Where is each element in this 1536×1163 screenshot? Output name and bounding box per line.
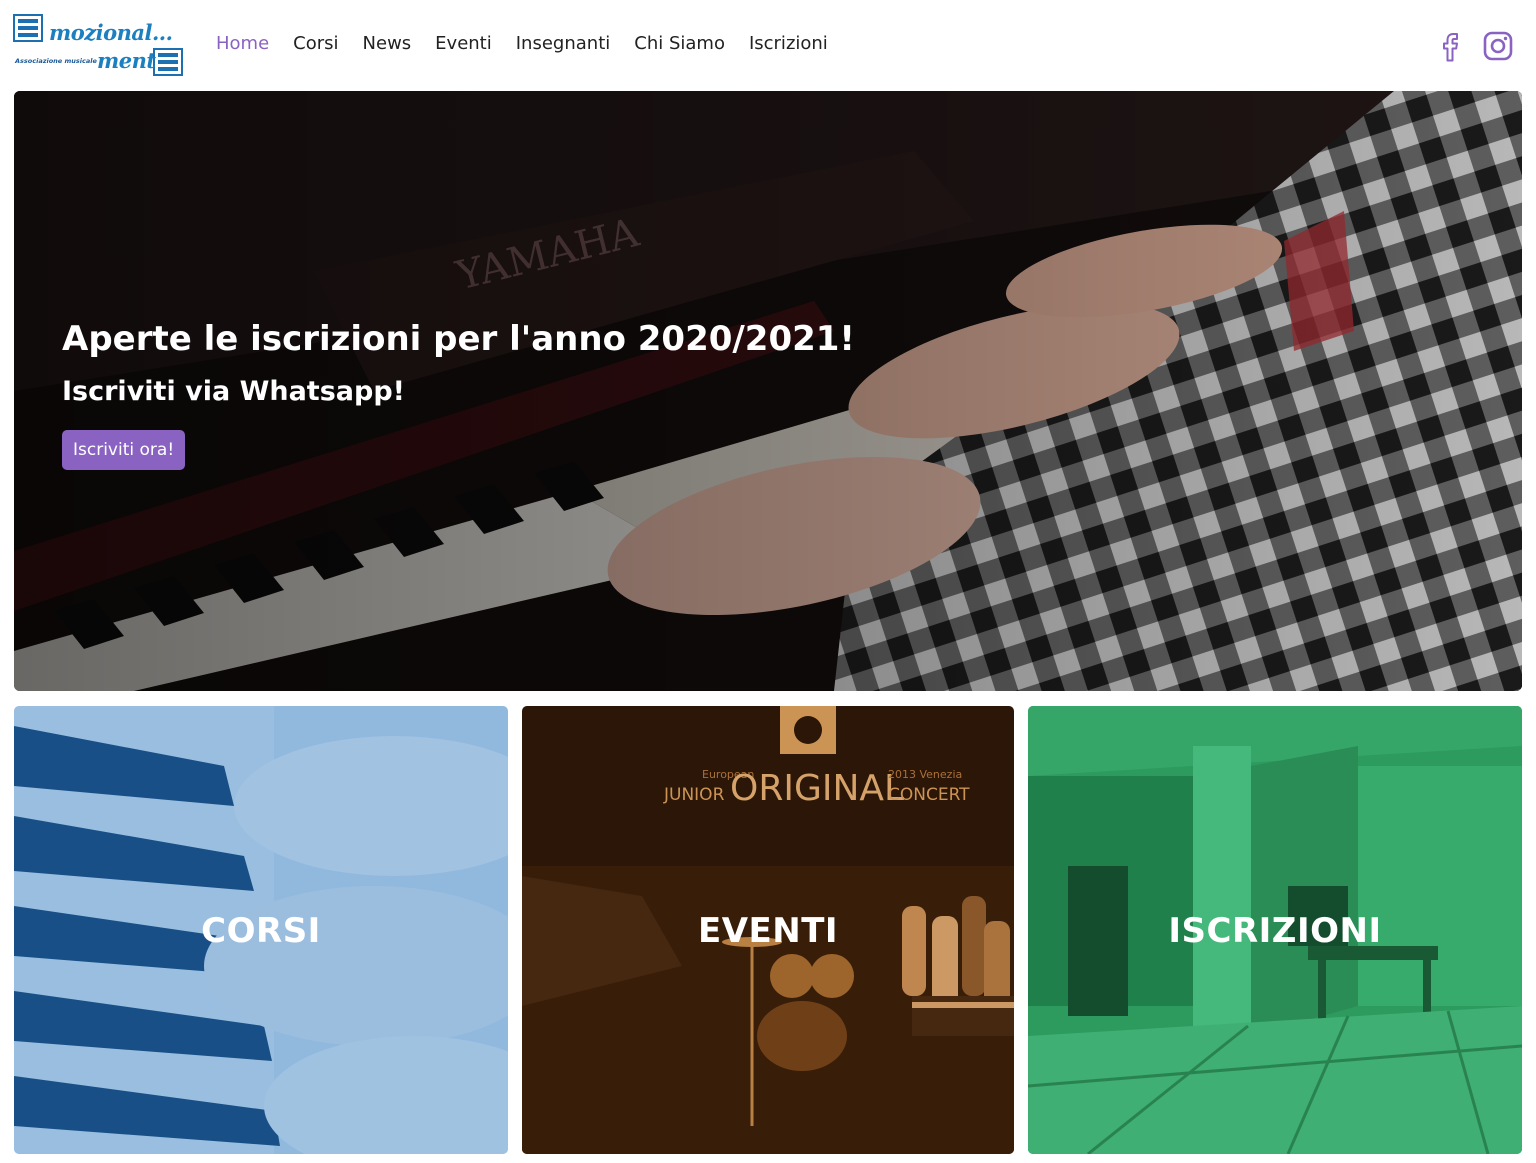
- logo-e-mark-bottom: [153, 48, 183, 76]
- nav-item-corsi[interactable]: Corsi: [293, 33, 338, 54]
- card-iscrizioni-label: ISCRIZIONI: [1168, 911, 1382, 951]
- facebook-link[interactable]: [1438, 30, 1462, 62]
- instagram-icon: [1483, 31, 1513, 61]
- nav-item-chi-siamo[interactable]: Chi Siamo: [634, 33, 725, 54]
- nav-item-iscrizioni[interactable]: Iscrizioni: [749, 33, 828, 54]
- logo-e-mark-top: [13, 14, 43, 42]
- facebook-icon: [1443, 33, 1458, 62]
- logo-text-bottom: ment: [97, 48, 156, 73]
- hero-subtitle: Iscriviti via Whatsapp!: [62, 376, 405, 407]
- main-nav: Home Corsi News Eventi Insegnanti Chi Si…: [216, 33, 852, 54]
- hero-banner: YAMAHA Aperte le iscrizioni per l'anno 2…: [14, 91, 1522, 691]
- instagram-link[interactable]: [1482, 30, 1514, 62]
- card-eventi[interactable]: European JUNIOR ORIGINAL 2013 Venezia CO…: [522, 706, 1014, 1154]
- logo-text-top: mozional...: [49, 20, 173, 45]
- nav-item-home[interactable]: Home: [216, 33, 269, 54]
- nav-item-eventi[interactable]: Eventi: [435, 33, 492, 54]
- site-header: mozional... ment Associazione musicale H…: [0, 0, 1536, 91]
- logo-subtitle: Associazione musicale: [15, 57, 97, 65]
- card-eventi-label: EVENTI: [697, 911, 839, 951]
- card-corsi-label: CORSI: [201, 911, 321, 951]
- nav-item-insegnanti[interactable]: Insegnanti: [516, 33, 611, 54]
- card-corsi[interactable]: CORSI: [14, 706, 508, 1154]
- site-logo[interactable]: mozional... ment Associazione musicale: [13, 14, 191, 78]
- hero-title: Aperte le iscrizioni per l'anno 2020/202…: [62, 319, 855, 359]
- enroll-now-button[interactable]: Iscriviti ora!: [62, 430, 186, 470]
- nav-item-news[interactable]: News: [363, 33, 412, 54]
- card-iscrizioni[interactable]: ISCRIZIONI: [1028, 706, 1522, 1154]
